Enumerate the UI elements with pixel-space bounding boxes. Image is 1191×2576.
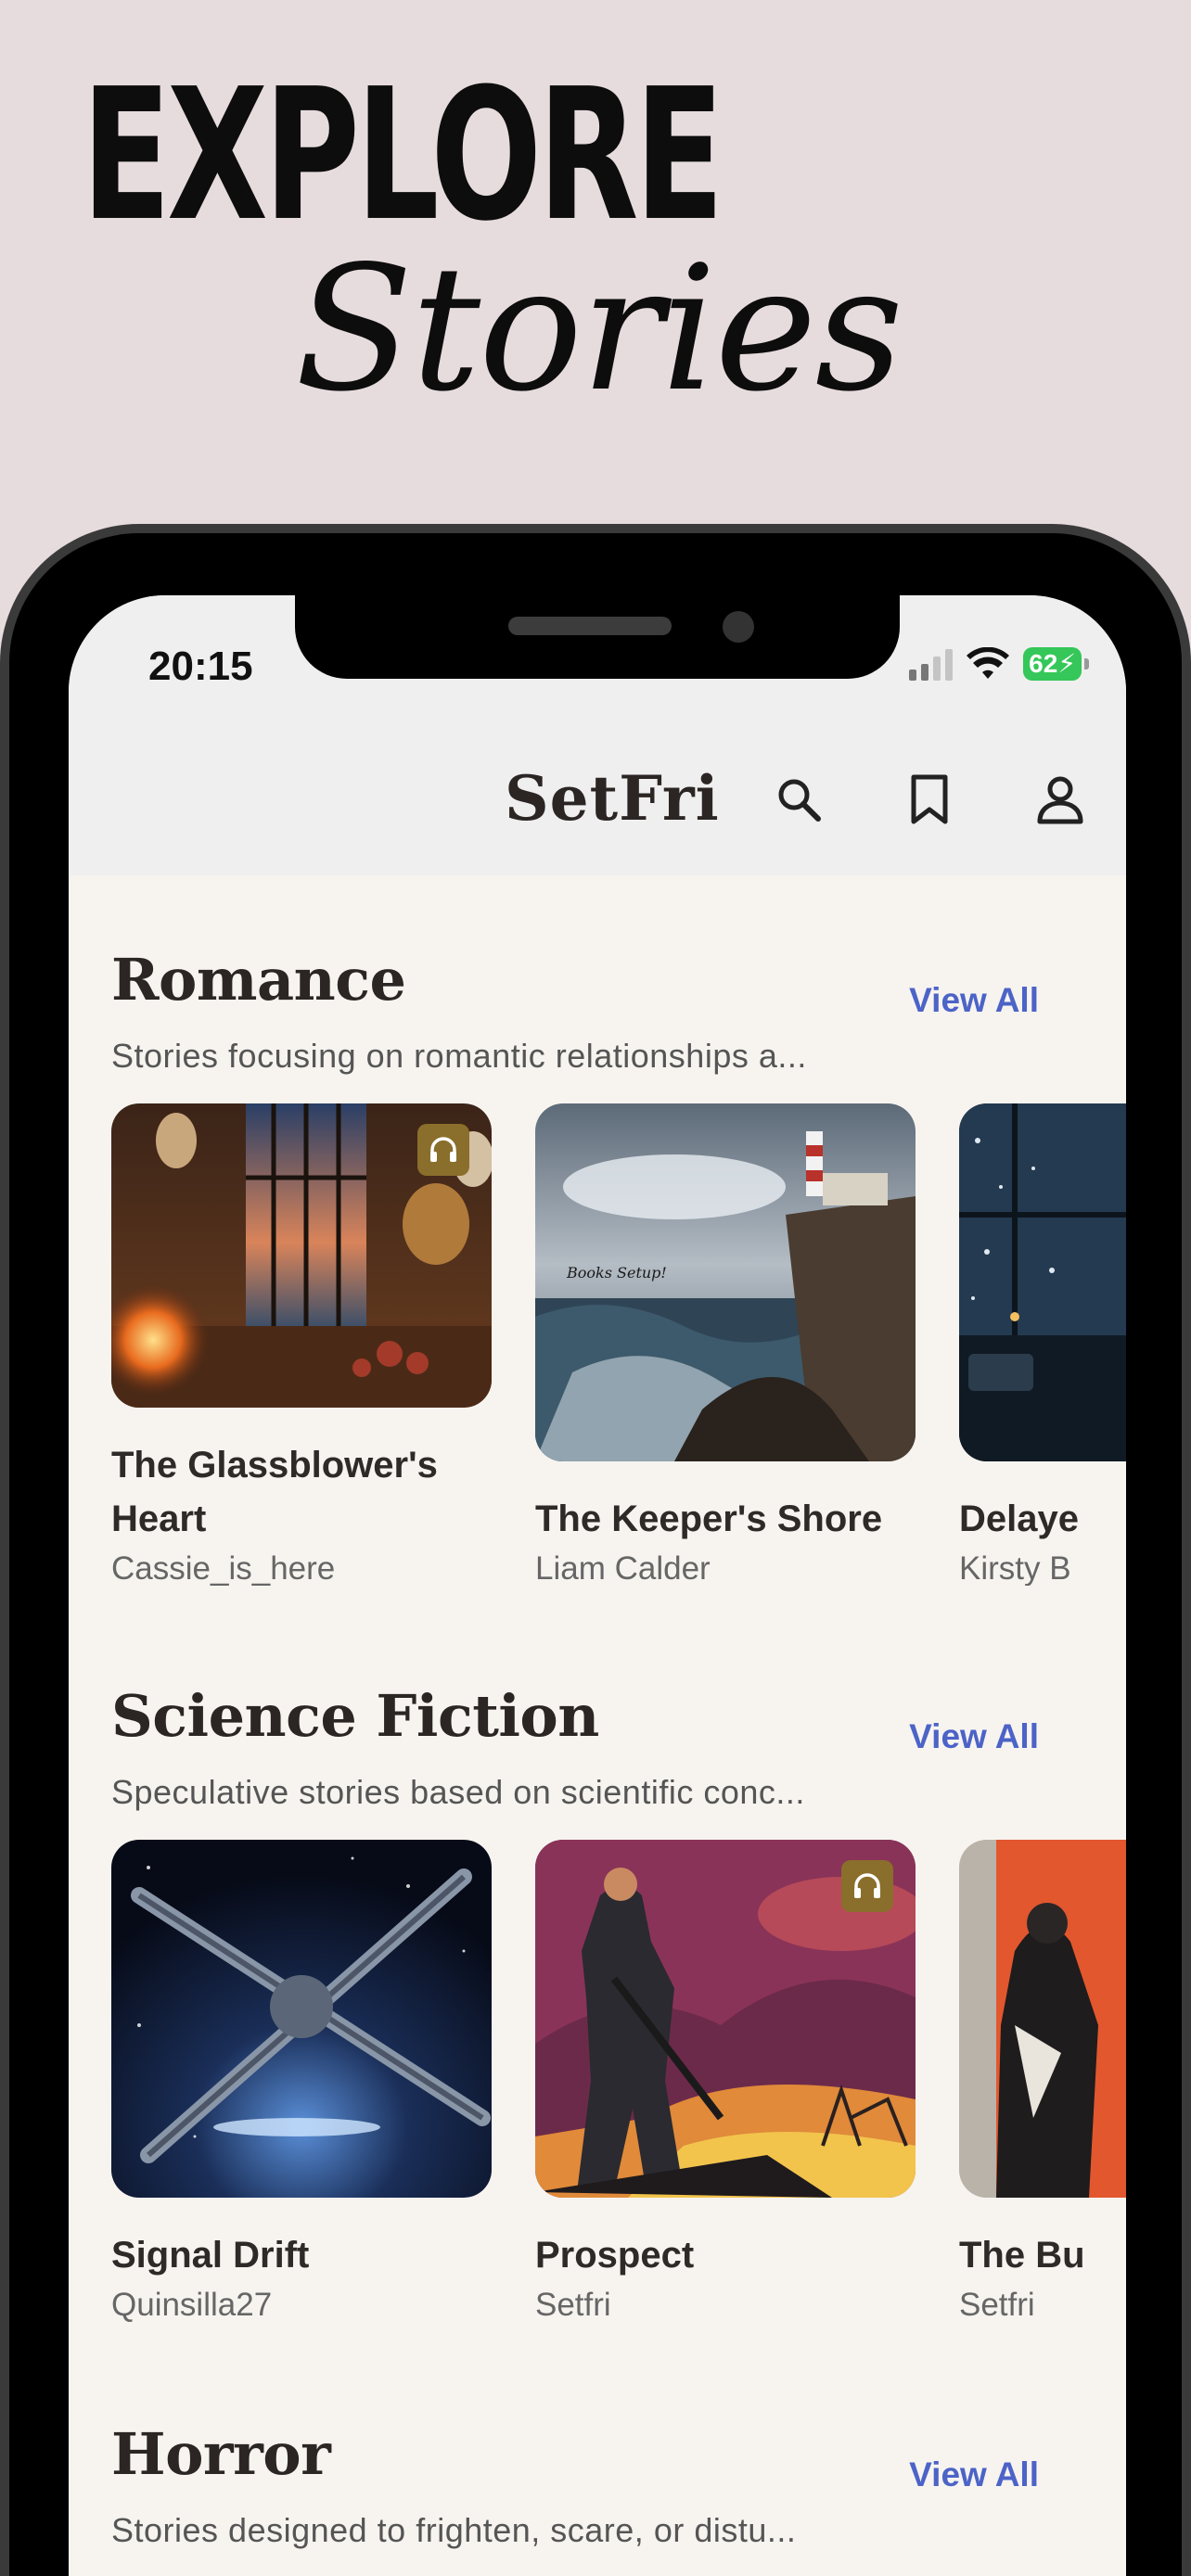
section-title: Romance	[111, 946, 406, 1014]
section-title: Horror	[111, 2420, 331, 2488]
phone-camera	[723, 611, 754, 643]
search-icon[interactable]	[766, 767, 831, 832]
story-card[interactable]: Delaye Kirsty B	[959, 1103, 1126, 1586]
promo-title-explore: EXPLORE	[82, 50, 724, 261]
view-all-link[interactable]: View All	[909, 981, 1039, 1020]
story-title[interactable]: Signal Drift	[111, 2227, 309, 2283]
story-card[interactable]: Books Setup! The Keeper's Shore Liam Cal…	[535, 1103, 916, 1586]
story-author[interactable]: Liam Calder	[535, 1550, 711, 1586]
signal-icon	[909, 649, 954, 681]
story-card[interactable]: Signal Drift Quinsilla27	[111, 1840, 492, 2322]
status-time: 20:15	[148, 644, 253, 689]
story-card[interactable]: Prospect Setfri	[535, 1840, 916, 2322]
card-row: Signal Drift Quinsilla27 Prospect Setfri…	[111, 1840, 1126, 2322]
section-description: Speculative stories based on scientific …	[111, 1773, 805, 1811]
battery-icon: 62⚡	[1023, 647, 1089, 681]
section-description: Stories designed to frighten, scare, or …	[111, 2511, 797, 2549]
story-cover[interactable]	[959, 1103, 1126, 1461]
story-cover[interactable]	[959, 1840, 1126, 2198]
story-author[interactable]: Setfri	[959, 2287, 1035, 2322]
story-author[interactable]: Setfri	[535, 2287, 611, 2322]
story-title[interactable]: The Keeper's Shore	[535, 1491, 882, 1547]
story-author[interactable]: Kirsty B	[959, 1550, 1071, 1586]
view-all-link[interactable]: View All	[909, 1717, 1039, 1756]
story-card[interactable]: The Glassblower's Heart Cassie_is_here	[111, 1103, 492, 1586]
story-cover[interactable]	[535, 1840, 916, 2198]
story-cover[interactable]: Books Setup!	[535, 1103, 916, 1461]
story-author[interactable]: Quinsilla27	[111, 2287, 272, 2322]
section-title: Science Fiction	[111, 1682, 599, 1750]
wifi-icon	[967, 647, 1010, 679]
view-all-link[interactable]: View All	[909, 2455, 1039, 2494]
cover-text: Books Setup!	[566, 1264, 667, 1282]
story-title[interactable]: The Glassblower's	[111, 1437, 438, 1493]
section-horror: Horror View All Stories designed to frig…	[111, 2420, 1126, 2576]
card-row: The Glassblower's Heart Cassie_is_here B…	[111, 1103, 1126, 1586]
story-cover[interactable]	[111, 1840, 492, 2198]
story-card[interactable]: The Bu Setfri	[959, 1840, 1126, 2322]
story-author[interactable]: Cassie_is_here	[111, 1550, 335, 1586]
phone-screen: 20:15 62⚡ SetFri Romance View All Storie…	[69, 595, 1126, 2576]
bookmark-icon[interactable]	[897, 767, 962, 832]
story-title[interactable]: Prospect	[535, 2227, 694, 2283]
phone-speaker	[508, 617, 672, 635]
promo-title-stories: Stories	[295, 228, 903, 429]
story-title[interactable]: The Bu	[959, 2227, 1085, 2283]
section-science-fiction: Science Fiction View All Speculative sto…	[111, 1682, 1126, 2331]
story-cover[interactable]	[111, 1103, 492, 1408]
story-title-line2[interactable]: Heart	[111, 1491, 206, 1547]
headphones-icon	[841, 1860, 893, 1912]
section-romance: Romance View All Stories focusing on rom…	[111, 946, 1126, 1595]
app-logo[interactable]: SetFri	[505, 762, 720, 835]
story-title[interactable]: Delaye	[959, 1491, 1079, 1547]
section-description: Stories focusing on romantic relationshi…	[111, 1037, 807, 1075]
battery-level: 62	[1029, 649, 1058, 678]
profile-icon[interactable]	[1028, 767, 1093, 832]
headphones-icon	[417, 1124, 469, 1176]
phone-notch	[295, 593, 900, 679]
status-icons: 62⚡	[909, 647, 1089, 681]
